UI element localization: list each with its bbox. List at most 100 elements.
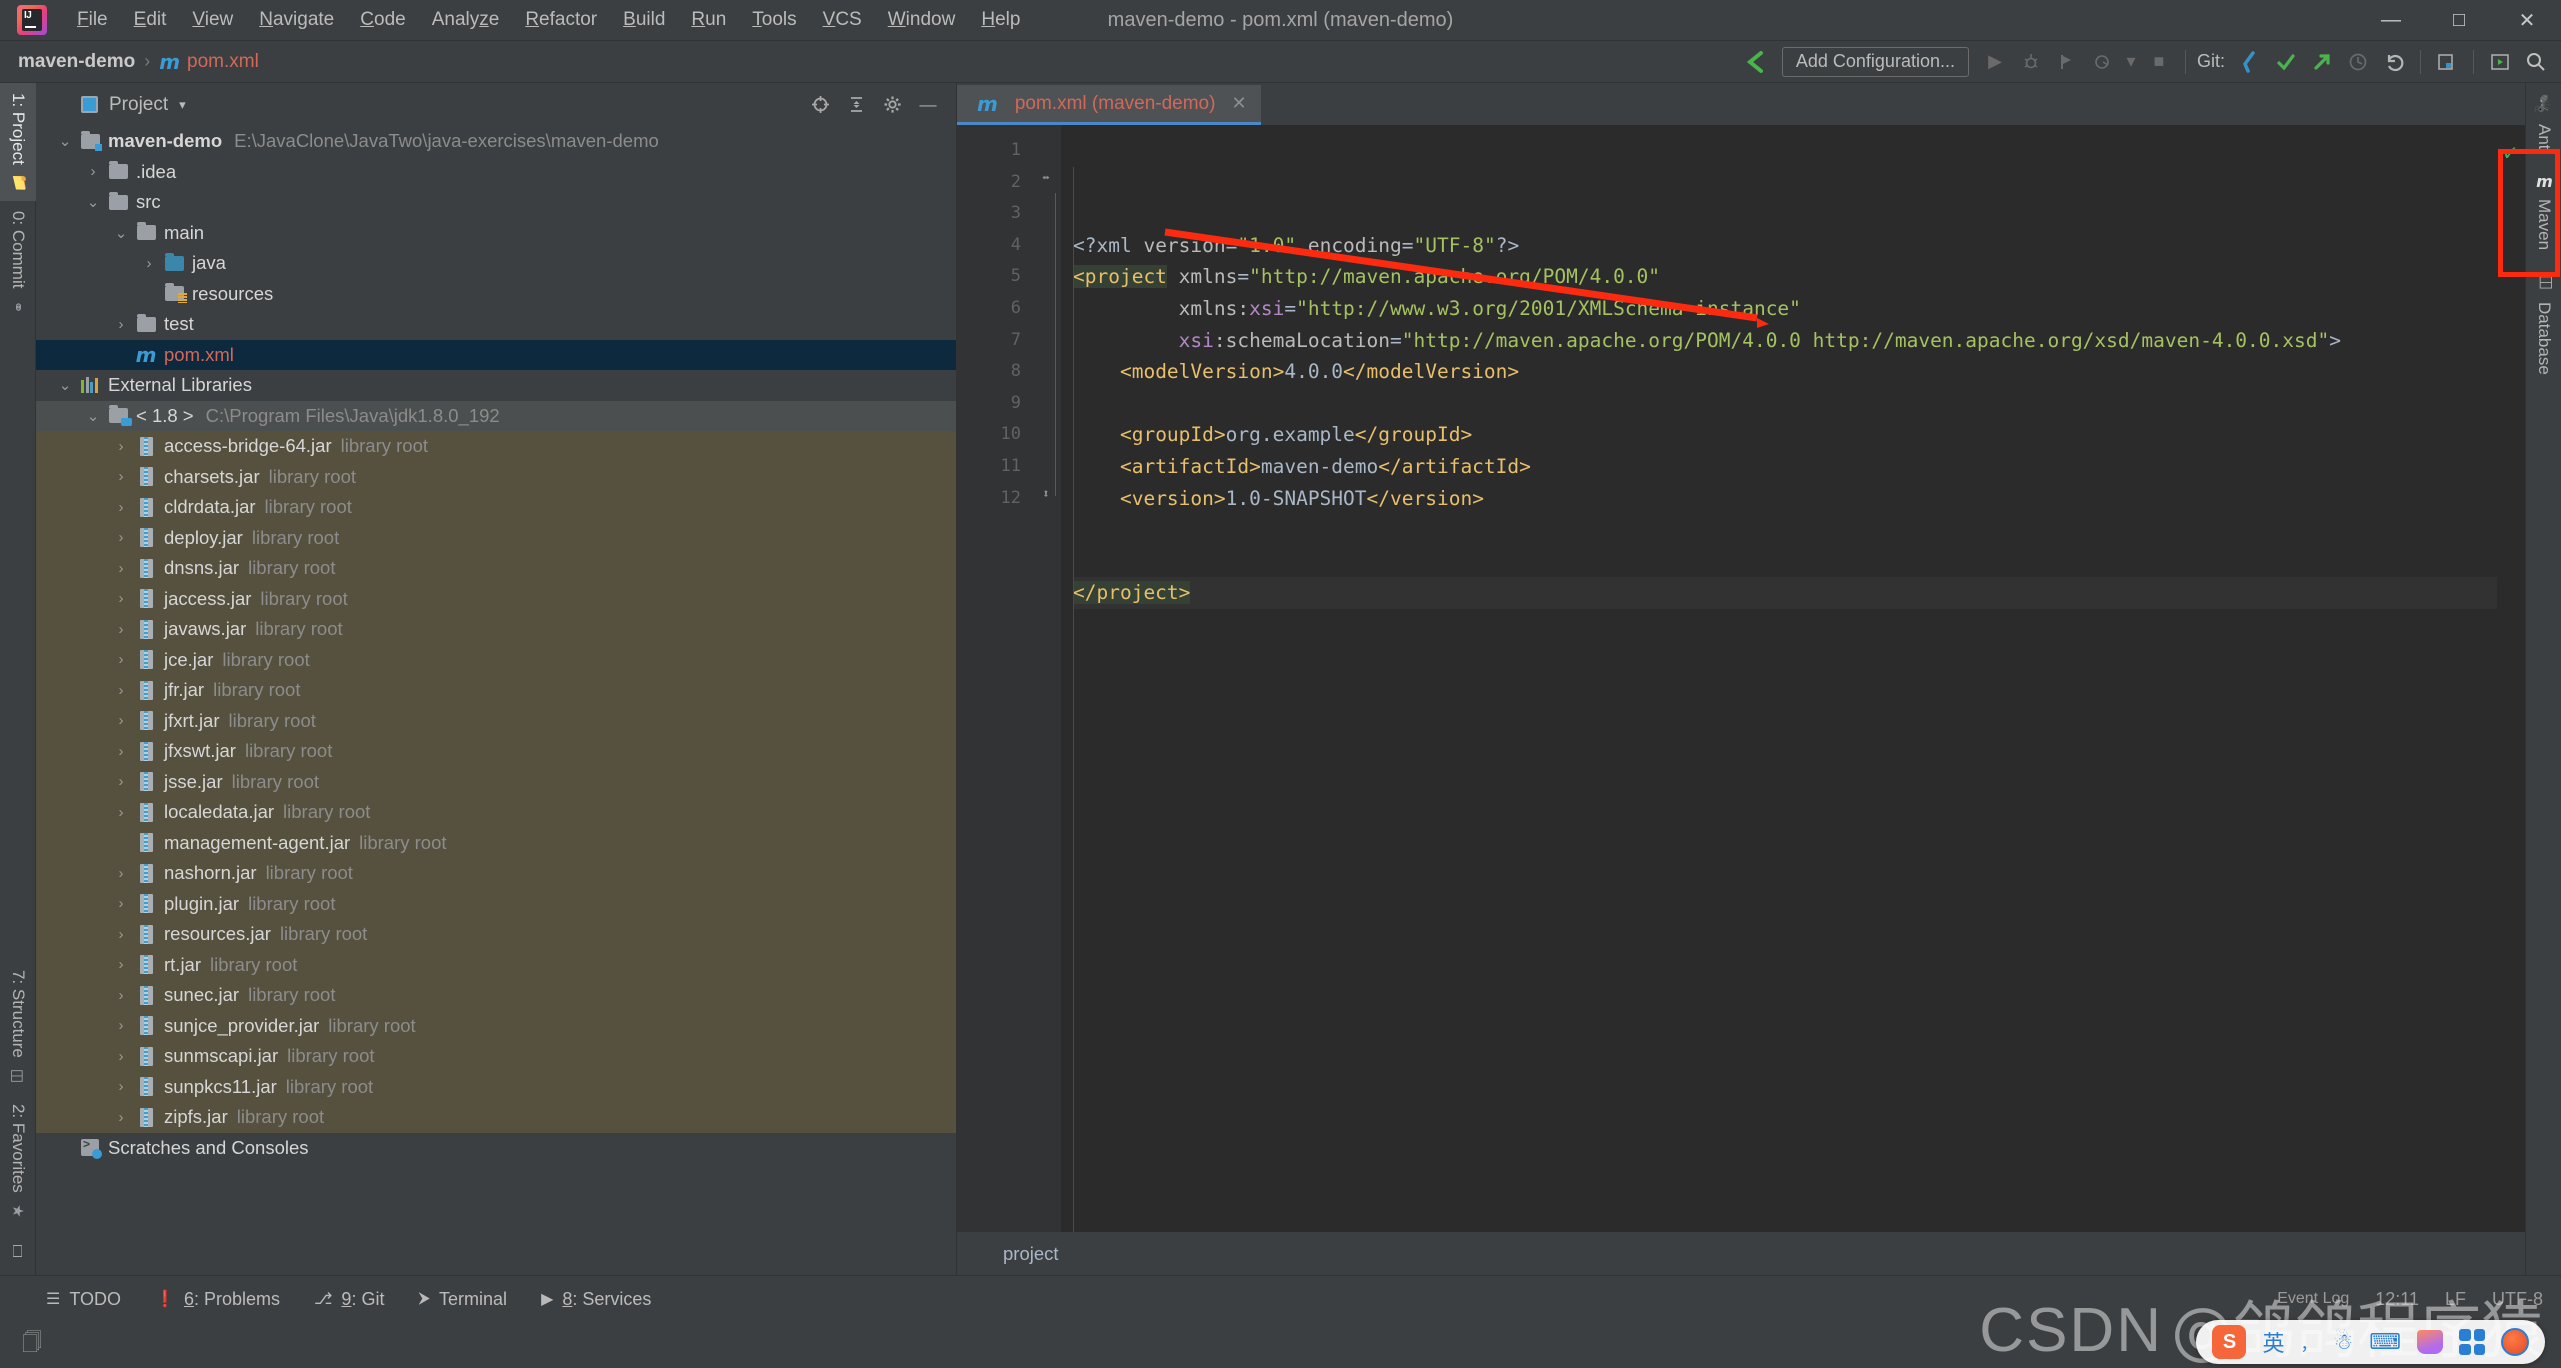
tree-row[interactable]: › dnsns.jar library root xyxy=(36,553,956,584)
menu-item-vcs[interactable]: VCS xyxy=(810,6,875,34)
chevron-right-icon[interactable]: › xyxy=(108,590,134,607)
chevron-right-icon[interactable]: › xyxy=(108,1048,134,1065)
menu-item-file[interactable]: File xyxy=(64,6,121,34)
code-content[interactable]: <?xml version="1.0" encoding="UTF-8"?> <p… xyxy=(1061,125,2497,1232)
ime-punctuation-label[interactable]: ， xyxy=(2301,1330,2318,1355)
menu-item-edit[interactable]: Edit xyxy=(121,6,180,34)
sidebar-item-database[interactable]: ◫ Database xyxy=(2526,262,2561,387)
search-icon[interactable] xyxy=(2519,45,2553,79)
chevron-right-icon[interactable]: › xyxy=(108,468,134,485)
chevron-right-icon[interactable]: › xyxy=(108,773,134,790)
ime-avatar-icon[interactable] xyxy=(2501,1328,2529,1356)
tree-row[interactable]: m pom.xml xyxy=(36,339,956,370)
sidebar-item-favorites[interactable]: 2: Favorites ★ xyxy=(0,1094,36,1229)
code-line[interactable]: xmlns:xsi="http://www.w3.org/2001/XMLSch… xyxy=(1073,293,2497,325)
chevron-right-icon[interactable]: › xyxy=(108,682,134,699)
close-icon[interactable]: ✕ xyxy=(2493,0,2561,41)
tree-row[interactable]: › .idea xyxy=(36,157,956,188)
tree-row[interactable]: › jaccess.jar library root xyxy=(36,583,956,614)
event-log-label[interactable]: Event Log xyxy=(2277,1290,2349,1308)
code-line[interactable] xyxy=(1073,546,2497,578)
chevron-right-icon[interactable]: › xyxy=(108,895,134,912)
menu-item-navigate[interactable]: Navigate xyxy=(246,6,347,34)
chevron-right-icon[interactable]: › xyxy=(80,163,106,180)
menu-item-view[interactable]: View xyxy=(179,6,246,34)
tree-row[interactable]: › localedata.jar library root xyxy=(36,797,956,828)
menu-item-analyze[interactable]: Analyze xyxy=(419,6,513,34)
tree-row[interactable]: › java xyxy=(36,248,956,279)
tree-row[interactable]: ⌄ External Libraries xyxy=(36,370,956,401)
tree-row[interactable]: › sunec.jar library root xyxy=(36,980,956,1011)
tree-row[interactable]: › sunjce_provider.jar library root xyxy=(36,1010,956,1041)
stop-icon[interactable]: ■ xyxy=(2142,45,2176,79)
ime-toolbar[interactable]: S 英 ， ☃ ⌨ xyxy=(2196,1320,2545,1364)
update-project-icon[interactable] xyxy=(2233,45,2267,79)
code-line[interactable]: <groupId>org.example</groupId> xyxy=(1073,419,2497,451)
tree-row[interactable]: › charsets.jar library root xyxy=(36,461,956,492)
run-icon[interactable]: ▶ xyxy=(1978,45,2012,79)
chevron-down-icon[interactable]: ⌄ xyxy=(52,132,78,150)
rollback-icon[interactable] xyxy=(2377,45,2411,79)
hide-icon[interactable]: — xyxy=(912,89,944,121)
code-line[interactable]: <artifactId>maven-demo</artifactId> xyxy=(1073,451,2497,483)
chevron-down-icon[interactable]: ⌄ xyxy=(80,193,106,211)
fold-close-icon[interactable]: ⬍ xyxy=(1042,487,1050,502)
green-arrow-icon[interactable] xyxy=(1739,45,1773,79)
chevron-right-icon[interactable]: › xyxy=(108,499,134,516)
add-configuration-button[interactable]: Add Configuration... xyxy=(1781,46,1969,77)
status-bar-item-9-git[interactable]: ⎇ 9: Git xyxy=(314,1289,384,1310)
sidebar-item-structure[interactable]: 7: Structure ◫ xyxy=(0,960,36,1094)
chevron-down-icon[interactable]: ⌄ xyxy=(52,376,78,394)
chevron-right-icon[interactable]: › xyxy=(108,865,134,882)
run-with-coverage-icon[interactable] xyxy=(2050,45,2084,79)
status-bar-item-terminal[interactable]: ⮞ Terminal xyxy=(418,1289,507,1310)
inspection-gutter[interactable]: ✓ xyxy=(2497,125,2525,1232)
tree-row[interactable]: › rt.jar library root xyxy=(36,949,956,980)
commit-icon[interactable] xyxy=(2269,45,2303,79)
tree-row[interactable]: ⌄ src xyxy=(36,187,956,218)
copy-window-icon[interactable]: 🗍 xyxy=(22,1328,42,1362)
push-icon[interactable] xyxy=(2305,45,2339,79)
status-bar-item-todo[interactable]: ☰ TODO xyxy=(46,1289,121,1310)
tree-row[interactable]: › jce.jar library root xyxy=(36,644,956,675)
chevron-right-icon[interactable]: › xyxy=(108,316,134,333)
microphone-icon[interactable]: ☃ xyxy=(2334,1329,2354,1355)
tree-row[interactable]: ⌄ < 1.8 > C:\Program Files\Java\jdk1.8.0_1… xyxy=(36,400,956,431)
chevron-right-icon[interactable]: › xyxy=(108,743,134,760)
tree-row[interactable]: › sunpkcs11.jar library root xyxy=(36,1071,956,1102)
preview-icon[interactable] xyxy=(2483,45,2517,79)
tree-row[interactable]: › cldrdata.jar library root xyxy=(36,492,956,523)
tree-row[interactable]: › deploy.jar library root xyxy=(36,522,956,553)
chevron-right-icon[interactable]: › xyxy=(108,712,134,729)
encoding[interactable]: UTF-8 xyxy=(2492,1289,2543,1310)
breadcrumb-file[interactable]: pom.xml xyxy=(187,51,259,73)
tree-row[interactable]: › plugin.jar library root xyxy=(36,888,956,919)
chevron-right-icon[interactable]: › xyxy=(108,956,134,973)
minimize-icon[interactable]: — xyxy=(2357,0,2425,41)
skin-icon[interactable] xyxy=(2417,1330,2443,1354)
tree-row[interactable]: › jfxswt.jar library root xyxy=(36,736,956,767)
tree-row[interactable]: › jfxrt.jar library root xyxy=(36,705,956,736)
code-line[interactable]: </project> xyxy=(1073,577,2497,609)
chevron-right-icon[interactable]: › xyxy=(136,255,162,272)
chevron-down-icon[interactable]: ⌄ xyxy=(108,224,134,242)
tree-row[interactable]: › javaws.jar library root xyxy=(36,614,956,645)
tree-row[interactable]: › resources.jar library root xyxy=(36,919,956,950)
status-bar-item-8-services[interactable]: ▶ 8: Services xyxy=(541,1289,651,1310)
chevron-right-icon[interactable]: › xyxy=(108,651,134,668)
sidebar-item-maven[interactable]: m Maven xyxy=(2526,161,2561,262)
project-panel-title-group[interactable]: Project ▾ xyxy=(81,94,186,116)
tree-row[interactable]: resources xyxy=(36,279,956,310)
terminal-window-icon[interactable]: ⎕ xyxy=(0,1229,35,1275)
chevron-right-icon[interactable]: › xyxy=(108,560,134,577)
chevron-right-icon[interactable]: › xyxy=(108,987,134,1004)
sidebar-item-ant[interactable]: 🐜 Ant xyxy=(2526,83,2561,161)
profiler-icon[interactable] xyxy=(2086,45,2120,79)
code-line[interactable] xyxy=(1073,388,2497,420)
tree-row[interactable]: › jsse.jar library root xyxy=(36,766,956,797)
settings-gear-icon[interactable] xyxy=(876,89,908,121)
maximize-icon[interactable]: □ xyxy=(2425,0,2493,41)
collapse-all-icon[interactable] xyxy=(840,89,872,121)
keyboard-icon[interactable]: ⌨ xyxy=(2369,1329,2401,1355)
menu-item-code[interactable]: Code xyxy=(347,6,418,34)
